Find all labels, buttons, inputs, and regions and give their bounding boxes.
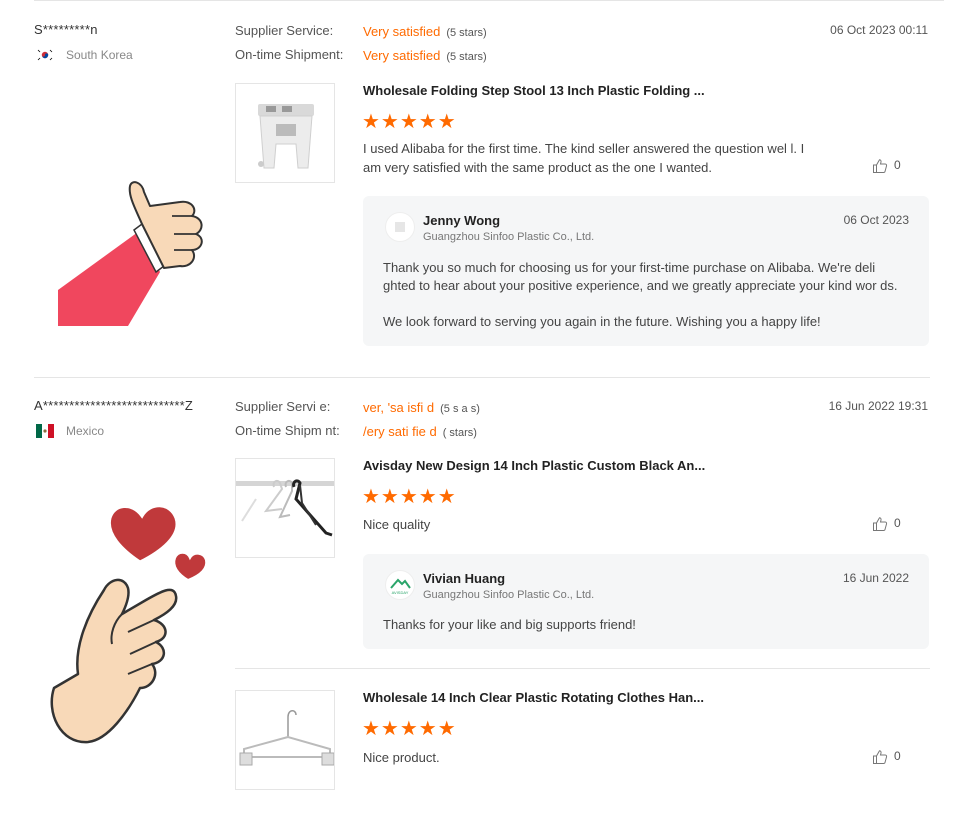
review-date: 16 Jun 2022 19:31 (828, 399, 928, 413)
like-count: 0 (894, 158, 901, 173)
supplier-service-stars: (5 stars) (446, 27, 487, 39)
shipment-stars: (5 stars) (446, 51, 487, 63)
product-title-link[interactable]: Wholesale Folding Step Stool 13 Inch Pla… (363, 83, 705, 98)
reply-text: Thank you so much for choosing us for yo… (383, 260, 898, 293)
seller-company: Guangzhou Sinfoo Plastic Co., Ltd. (423, 231, 595, 243)
seller-logo-text: AVISDAY (392, 590, 409, 595)
review-divider (34, 377, 930, 378)
supplier-service-value: Very satisfied (363, 24, 441, 39)
seller-name: Vivian Huang (423, 571, 506, 586)
like-button[interactable]: 0 (872, 516, 901, 532)
product-rating-stars: ★★★★★ (362, 486, 457, 508)
reply-text-closing: We look forward to serving you again in … (383, 314, 821, 329)
shipment-rating: /ery sati fie d ( stars) (363, 423, 477, 441)
supplier-service-rating: ver, 'sa isfi d (5 s a s) (363, 399, 480, 417)
seller-logo-avatar: AVISDAY (385, 570, 415, 600)
seller-avatar (385, 212, 415, 242)
seller-reply: AVISDAY Vivian Huang Guangzhou Sinfoo Pl… (363, 554, 929, 649)
like-count: 0 (894, 516, 901, 531)
like-button[interactable]: 0 (872, 749, 901, 765)
finger-heart-sticker (50, 504, 208, 744)
like-button[interactable]: 0 (872, 158, 901, 174)
thumbs-up-icon (873, 159, 888, 173)
south-korea-flag-icon (36, 48, 54, 62)
supplier-service-stars: (5 s a s) (440, 403, 480, 415)
like-count: 0 (894, 749, 901, 764)
review-text: I used Alibaba for the first time. The k… (363, 141, 805, 175)
product-title-link[interactable]: Avisday New Design 14 Inch Plastic Custo… (363, 458, 705, 473)
shipment-value: /ery sati fie d (363, 424, 437, 439)
reply-text: Thanks for your like and big supports fr… (383, 617, 636, 632)
reply-date: 16 Jun 2022 (842, 571, 909, 585)
seller-reply: Jenny Wong Guangzhou Sinfoo Plastic Co.,… (363, 196, 929, 346)
supplier-service-value: ver, 'sa isfi d (363, 400, 435, 415)
supplier-service-label: Supplier Service: (235, 23, 334, 38)
review-text: Nice quality (363, 517, 431, 532)
shipment-stars: ( stars) (442, 427, 477, 439)
product-divider (235, 668, 930, 669)
seller-name: Jenny Wong (423, 213, 501, 228)
product-rating-stars: ★★★★★ (362, 718, 457, 740)
review-text: Nice product. (363, 750, 440, 765)
reviewer-name: A***************************Z (34, 398, 194, 413)
thumbs-up-sticker (58, 181, 203, 326)
reviewer-name: S*********n (34, 22, 98, 37)
reviewer-country: Mexico (66, 424, 105, 438)
supplier-service-rating: Very satisfied (5 stars) (363, 23, 487, 41)
product-rating-stars: ★★★★★ (362, 111, 457, 133)
shipment-label: On-time Shipment: (235, 47, 344, 62)
review-date: 06 Oct 2023 00:11 (830, 23, 928, 37)
thumbs-up-icon (873, 750, 888, 764)
shipment-rating: Very satisfied (5 stars) (363, 47, 487, 65)
reviewer-country: South Korea (66, 48, 133, 62)
product-title-link[interactable]: Wholesale 14 Inch Clear Plastic Rotating… (363, 690, 704, 705)
mexico-flag-icon (36, 424, 54, 438)
thumbs-up-icon (873, 517, 888, 531)
product-image-step-stool[interactable] (235, 83, 335, 183)
shipment-label: On-time Shipm nt: (235, 423, 340, 438)
product-image-hangers[interactable] (235, 458, 335, 558)
shipment-value: Very satisfied (363, 48, 441, 63)
top-divider (34, 0, 944, 1)
product-image-clear-hanger[interactable] (235, 690, 335, 790)
seller-company: Guangzhou Sinfoo Plastic Co., Ltd. (423, 589, 595, 601)
reply-date: 06 Oct 2023 (843, 213, 909, 227)
supplier-service-label: Supplier Servi e: (235, 399, 331, 414)
